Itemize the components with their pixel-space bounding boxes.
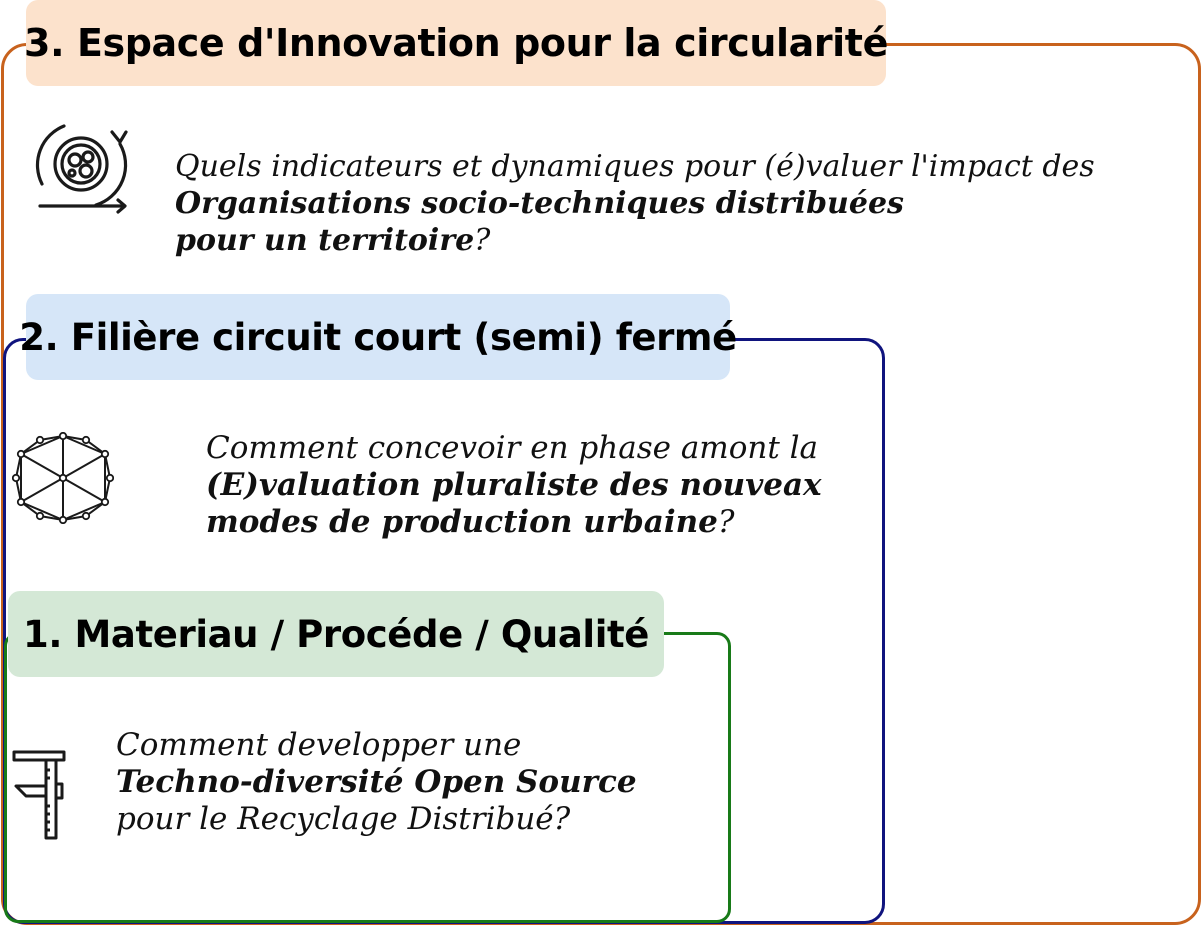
level2-question-line1: Comment concevoir en phase amont la bbox=[206, 430, 819, 466]
level3-question-line1: Quels indicateurs et dynamiques pour (é)… bbox=[175, 149, 1095, 184]
level1-question-line2: Techno-diversité Open Source bbox=[116, 764, 637, 800]
level2-question-mark: ? bbox=[717, 504, 735, 540]
level2-title: 2. Filière circuit court (semi) fermé bbox=[19, 294, 737, 380]
level3-title: 3. Espace d'Innovation pour la circulari… bbox=[24, 0, 888, 86]
caliper-icon bbox=[12, 750, 66, 840]
level2-question: Comment concevoir en phase amont la (E)v… bbox=[206, 430, 822, 541]
level1-question-line3: pour le Recyclage Distribué? bbox=[116, 801, 571, 837]
network-polygon-icon bbox=[12, 432, 114, 524]
level2-question-line3: modes de production urbaine bbox=[206, 504, 718, 540]
level2-question-line2: (E)valuation pluraliste des nouveax bbox=[206, 467, 822, 503]
level3-question-line3: pour un territoire bbox=[175, 223, 475, 258]
level3-question: Quels indicateurs et dynamiques pour (é)… bbox=[175, 148, 1095, 259]
level1-question-line1: Comment developper une bbox=[116, 727, 522, 763]
level1-question: Comment developper une Techno-diversité … bbox=[116, 727, 637, 838]
level1-title: 1. Materiau / Procéde / Qualité bbox=[8, 591, 664, 677]
level3-question-line2: Organisations socio-techniques distribué… bbox=[175, 186, 904, 221]
level3-question-mark: ? bbox=[474, 223, 491, 258]
circular-economy-icon bbox=[35, 124, 128, 214]
